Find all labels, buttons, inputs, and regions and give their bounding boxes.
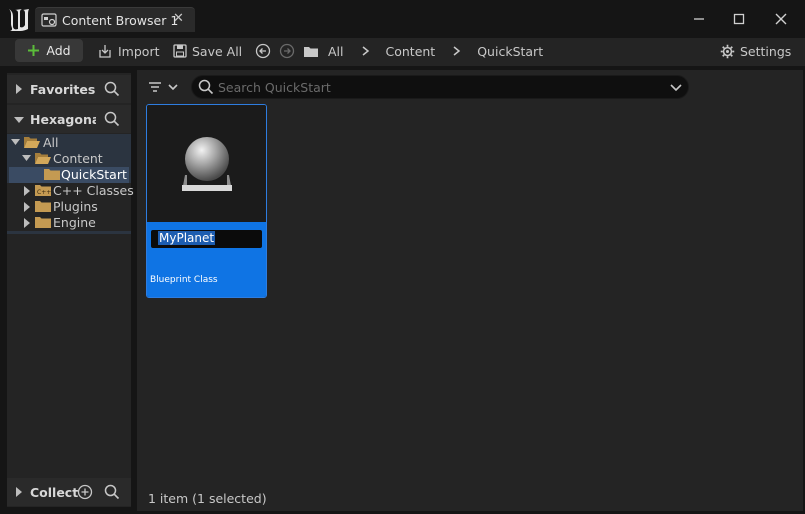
filter-icon [149,82,161,92]
tree-item-label: All [43,135,59,150]
asset-tile[interactable]: MyPlanet Blueprint Class [146,104,267,298]
settings-button[interactable]: Settings [720,41,791,61]
save-all-label: Save All [192,43,243,59]
tree-item-content[interactable]: Content [7,151,131,167]
asset-name-editor[interactable]: MyPlanet [151,230,262,248]
search-input[interactable] [218,79,658,95]
plus-icon [28,45,40,56]
blueprint-sphere-icon [182,137,232,191]
breadcrumb-item-content[interactable]: Content [386,44,436,59]
tree-item-cpp-classes[interactable]: C++ C++ Classes [7,183,134,199]
expand-arrow-icon [24,186,30,196]
tree-item-all[interactable]: All [7,135,131,151]
asset-info: MyPlanet Blueprint Class [147,222,266,297]
tree-item-plugins[interactable]: Plugins [7,199,131,215]
filter-dropdown[interactable] [148,78,182,96]
tab-title: Content Browser 1 [62,13,179,28]
maximize-icon [733,13,745,25]
add-button[interactable]: Add [15,39,83,62]
tree-item-label: QuickStart [61,167,127,182]
tab-content-browser[interactable]: Content Browser 1 ✕ [35,7,195,32]
chevron-right-icon[interactable] [359,45,373,57]
project-section-header[interactable]: HexagonalS [7,105,131,133]
unreal-engine-logo[interactable] [6,7,32,33]
toolbar: Add Import Save All All Content QuickSta… [0,38,805,66]
search-icon[interactable] [104,484,120,500]
asset-type: Blueprint Class [150,275,218,285]
tree-item-engine[interactable]: Engine [7,215,131,231]
back-arrow-icon [255,43,271,59]
sources-panel: Favorites HexagonalS All Content QuickSt… [7,73,134,507]
collapse-arrow-icon [22,155,31,161]
svg-text:C++: C++ [37,189,51,196]
asset-view-panel: MyPlanet Blueprint Class 1 item (1 selec… [137,70,803,511]
maximize-button[interactable] [725,8,753,30]
gear-icon [720,44,735,58]
breadcrumb-item-all[interactable]: All [328,44,344,59]
folder-browse-button[interactable] [303,41,319,61]
tree-item-label: Plugins [53,199,98,214]
tree-item-label: Engine [53,215,96,230]
expand-arrow-icon [16,487,22,497]
folder-icon [35,217,51,228]
tab-close-icon[interactable]: ✕ [173,11,184,26]
tree-item-label: Content [53,151,103,166]
collapse-arrow-icon [11,139,20,145]
search-icon[interactable] [104,111,120,127]
favorites-title: Favorites [30,82,96,97]
save-all-button[interactable]: Save All [173,41,242,61]
folder-icon [44,169,60,180]
chevron-down-icon [168,84,178,91]
minimize-icon [694,18,704,20]
tree-item-quickstart[interactable]: QuickStart [9,167,129,183]
folder-icon [304,46,318,57]
search-icon [198,79,214,95]
back-button[interactable] [255,41,271,61]
chevron-down-icon[interactable] [670,83,682,92]
folder-open-icon [24,137,40,148]
expand-arrow-icon [24,202,30,212]
folder-icon [35,201,51,212]
expand-arrow-icon [24,218,30,228]
tree-item-label: C++ Classes [53,183,134,198]
import-button[interactable]: Import [97,41,160,61]
collapse-arrow-icon [14,117,24,123]
add-collection-icon[interactable] [77,484,93,500]
asset-name[interactable]: MyPlanet [158,231,216,245]
add-label: Add [46,43,71,58]
close-window-button[interactable] [767,8,795,30]
title-bar: Content Browser 1 ✕ [0,0,805,38]
cpp-folder-icon: C++ [35,185,51,196]
status-text: 1 item (1 selected) [148,491,267,506]
import-icon [99,44,111,58]
collections-section-header[interactable]: Collect [7,478,131,506]
folder-open-icon [35,153,51,164]
close-icon [775,13,787,25]
save-icon [173,44,187,58]
minimize-button[interactable] [685,8,713,30]
collections-title: Collect [30,485,79,500]
forward-arrow-icon [279,43,295,59]
folder-tree: All Content QuickStart C++ C++ Classes P… [7,134,134,234]
search-bar [191,75,689,99]
chevron-right-icon[interactable] [450,45,464,57]
search-icon[interactable] [104,81,120,97]
project-title: HexagonalS [30,112,96,127]
favorites-section-header[interactable]: Favorites [7,75,131,103]
breadcrumb-item-quickstart[interactable]: QuickStart [477,44,543,59]
asset-thumbnail [147,105,266,222]
breadcrumb: All Content QuickStart [328,41,543,61]
forward-button[interactable] [279,41,295,61]
settings-label: Settings [740,43,792,59]
content-browser-icon [41,13,57,27]
import-label: Import [118,43,160,59]
expand-arrow-icon [16,84,22,94]
